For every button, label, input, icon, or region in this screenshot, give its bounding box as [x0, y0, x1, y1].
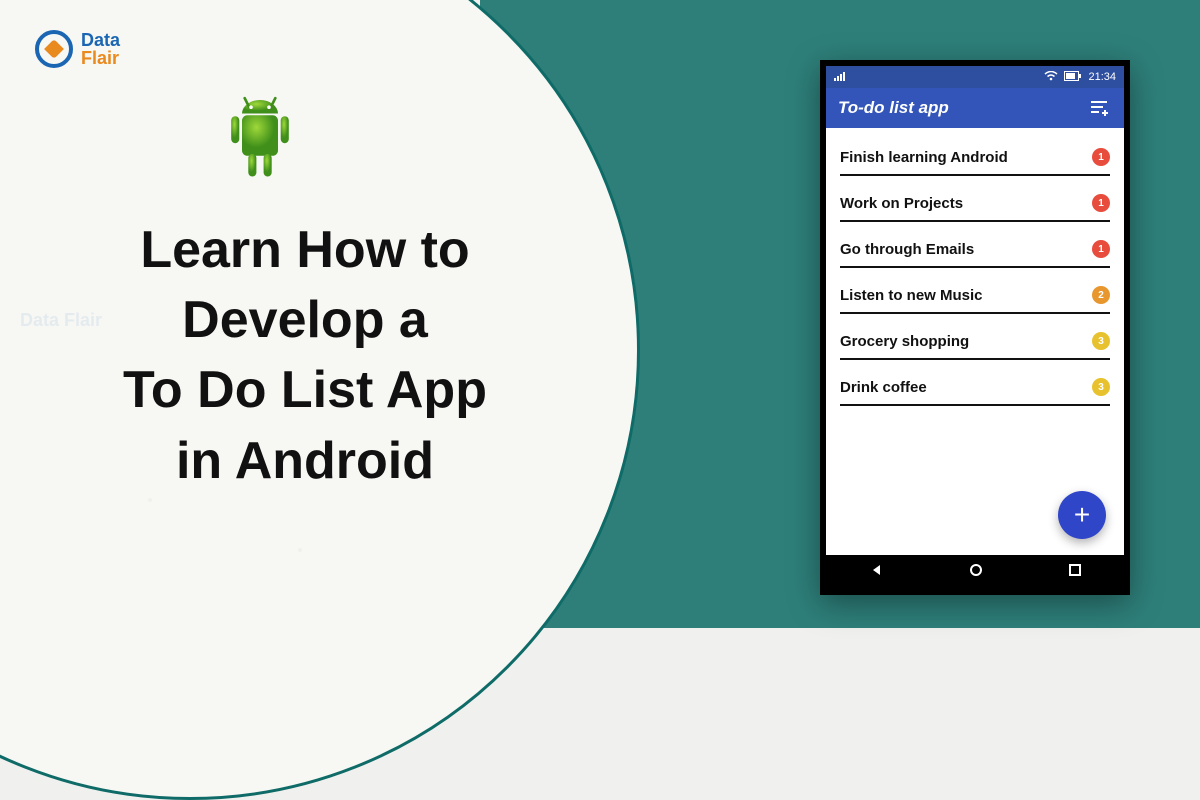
add-todo-fab[interactable]: +	[1058, 491, 1106, 539]
brand-logo-text: Data Flair	[81, 31, 120, 67]
todo-label: Listen to new Music	[840, 287, 983, 304]
nav-recent-button[interactable]	[1069, 563, 1081, 581]
todo-label: Grocery shopping	[840, 333, 969, 350]
priority-badge: 3	[1092, 378, 1110, 396]
priority-badge: 1	[1092, 148, 1110, 166]
app-title: To-do list app	[838, 98, 949, 118]
phone-screen: 21:34 To-do list app Finish learning And…	[826, 66, 1124, 589]
battery-icon	[1064, 71, 1082, 84]
android-nav-bar	[826, 555, 1124, 589]
headline-line-1: Learn How to	[70, 215, 540, 285]
phone-frame: 21:34 To-do list app Finish learning And…	[820, 60, 1130, 595]
android-mascot-icon	[215, 90, 305, 200]
status-time: 21:34	[1088, 71, 1116, 83]
todo-item[interactable]: Finish learning Android 1	[840, 142, 1110, 176]
headline-line-2: Develop a	[70, 285, 540, 355]
sort-add-button[interactable]	[1088, 96, 1112, 120]
todo-label: Go through Emails	[840, 241, 974, 258]
todo-label: Finish learning Android	[840, 149, 1008, 166]
todo-item[interactable]: Work on Projects 1	[840, 188, 1110, 222]
brand-name-2: Flair	[81, 49, 120, 67]
priority-badge: 2	[1092, 286, 1110, 304]
plus-icon: +	[1074, 499, 1090, 531]
brand-logo-mark	[35, 30, 73, 68]
priority-badge: 3	[1092, 332, 1110, 350]
page-headline: Learn How to Develop a To Do List App in…	[70, 215, 540, 496]
todo-label: Work on Projects	[840, 195, 963, 212]
todo-item[interactable]: Go through Emails 1	[840, 234, 1110, 268]
todo-item[interactable]: Listen to new Music 2	[840, 280, 1110, 314]
app-bar: To-do list app	[826, 88, 1124, 128]
todo-item[interactable]: Drink coffee 3	[840, 372, 1110, 406]
brand-name-1: Data	[81, 31, 120, 49]
todo-label: Drink coffee	[840, 379, 927, 396]
brand-logo: Data Flair	[35, 30, 120, 68]
status-bar: 21:34	[826, 66, 1124, 88]
wifi-icon	[1044, 71, 1058, 84]
priority-badge: 1	[1092, 240, 1110, 258]
headline-line-3: To Do List App	[70, 355, 540, 425]
nav-back-button[interactable]	[869, 563, 883, 582]
priority-badge: 1	[1092, 194, 1110, 212]
nav-home-button[interactable]	[970, 563, 982, 581]
signal-icon	[834, 71, 848, 84]
todo-item[interactable]: Grocery shopping 3	[840, 326, 1110, 360]
headline-line-4: in Android	[70, 426, 540, 496]
